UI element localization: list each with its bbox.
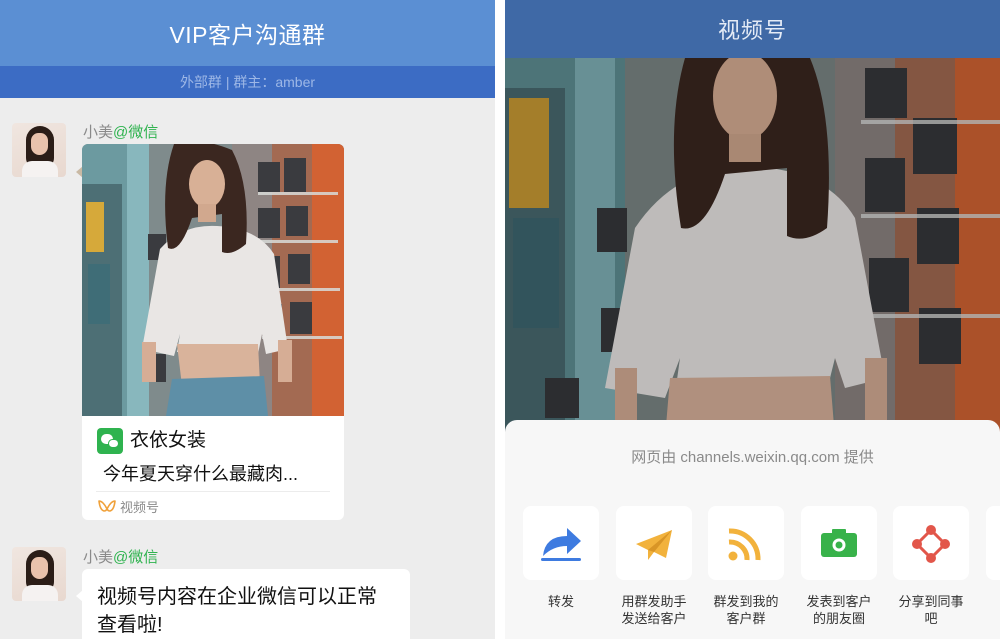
avatar[interactable] [12, 123, 66, 177]
action-label-line: 吧 [924, 611, 938, 626]
wechat-channels-logo-icon [97, 428, 123, 454]
card-description: 今年夏天穿什么最藏肉... [103, 464, 299, 484]
sender-name: 小美@微信 [83, 546, 158, 567]
video-thumbnail[interactable] [82, 144, 344, 416]
action-label-line: 发表到客户 [806, 594, 872, 609]
action-label: 发表到客户 的朋友圈 [801, 593, 877, 627]
paper-plane-icon [636, 530, 672, 560]
message-text-line: 查看啦! [97, 614, 163, 636]
action-label-line: 分享到同事 [898, 594, 964, 609]
rss-broadcast-icon [728, 528, 761, 561]
action-label-line: 转发 [547, 594, 574, 609]
sender-name-text: 小美 [83, 124, 114, 141]
chat-title: VIP客户沟通群 [0, 0, 495, 66]
share-sheet: 网页由 channels.weixin.qq.com 提供 转发 用群发助手 发… [505, 420, 1000, 639]
sender-tag: @微信 [113, 124, 159, 141]
chat-subtitle: 外部群 | 群主：amber [0, 66, 495, 98]
sheet-backdrop[interactable] [505, 58, 1000, 438]
forward-arrow-icon [541, 528, 581, 561]
action-label: 转发 [523, 593, 599, 610]
card-divider [96, 491, 330, 492]
chat-panel: VIP客户沟通群 外部群 | 群主：amber 小美@微信 衣依女装 今年夏天穿… [0, 0, 495, 639]
message-text-line: 视频号内容在企业微信可以正常 [97, 586, 377, 608]
channels-butterfly-icon [98, 500, 116, 512]
channels-title: 视频号 [505, 0, 1000, 58]
action-tile[interactable] [986, 506, 1000, 580]
channels-panel: 视频号 网页由 channels.weixin.qq.com 提供 转发 用群发… [505, 0, 1000, 639]
page-provider-text: 网页由 channels.weixin.qq.com 提供 [631, 449, 874, 466]
sender-tag: @微信 [113, 549, 159, 566]
action-label-line: 用群发助手 [621, 594, 687, 609]
action-customer-group[interactable]: 群发到我的 客户群 [708, 506, 784, 627]
action-label-line: 客户群 [726, 611, 766, 626]
avatar[interactable] [12, 547, 66, 601]
share-nodes-icon [912, 525, 950, 563]
action-customer-moments[interactable]: 发表到客户 的朋友圈 [801, 506, 877, 627]
sender-name-text: 小美 [83, 549, 114, 566]
sender-name: 小美@微信 [83, 121, 158, 142]
action-tile[interactable] [801, 506, 877, 580]
video-card[interactable]: 衣依女装 今年夏天穿什么最藏肉... 视频号 [82, 144, 344, 520]
action-more-partial[interactable] [986, 506, 1000, 580]
card-account-name: 衣依女装 [130, 430, 207, 451]
action-tile[interactable] [523, 506, 599, 580]
action-tile[interactable] [708, 506, 784, 580]
screenshot-root: VIP客户沟通群 外部群 | 群主：amber 小美@微信 衣依女装 今年夏天穿… [0, 0, 1000, 639]
action-label-line: 群发到我的 [713, 594, 779, 609]
action-label: 用群发助手 发送给客户 [616, 593, 692, 627]
action-label-line: 的朋友圈 [812, 611, 865, 626]
action-tile[interactable] [893, 506, 969, 580]
action-mass-send[interactable]: 用群发助手 发送给客户 [616, 506, 692, 627]
card-source-label: 视频号 [120, 499, 160, 515]
action-forward[interactable]: 转发 [523, 506, 599, 610]
camera-icon [821, 529, 857, 557]
text-message-bubble[interactable]: 视频号内容在企业微信可以正常 查看啦! [82, 569, 410, 639]
action-label: 群发到我的 客户群 [708, 593, 784, 627]
action-tile[interactable] [616, 506, 692, 580]
action-label-line: 发送给客户 [621, 611, 687, 626]
card-source: 视频号 [98, 496, 159, 516]
action-label: 分享到同事 吧 [893, 593, 969, 627]
video-player[interactable] [505, 58, 1000, 438]
action-share-colleague[interactable]: 分享到同事 吧 [893, 506, 969, 627]
